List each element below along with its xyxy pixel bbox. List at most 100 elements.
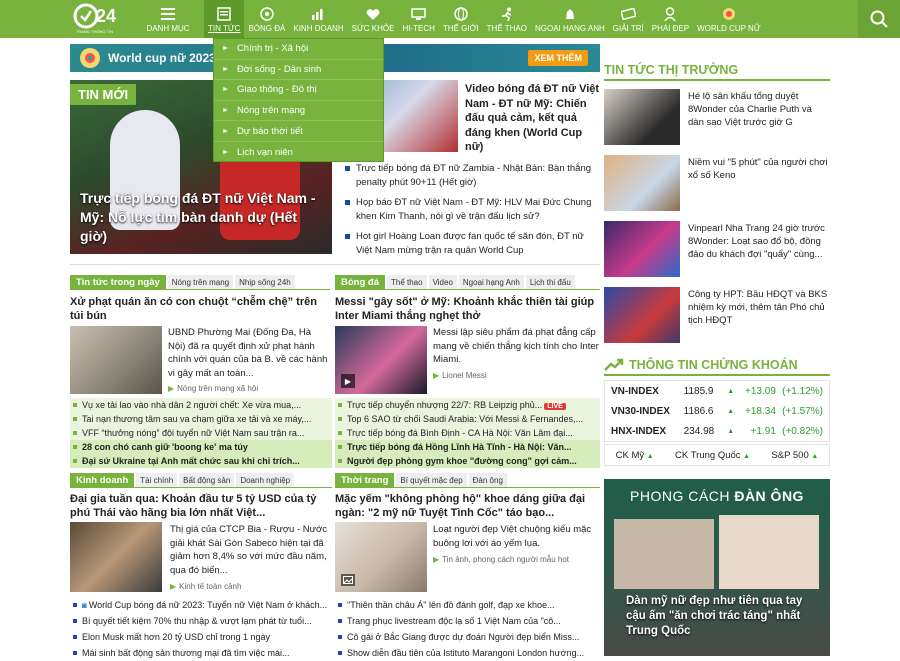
article-category[interactable]: ▶ Lionel Messi <box>433 371 487 380</box>
runner-icon <box>498 6 516 22</box>
article-title[interactable]: Xử phạt quán ăn có con chuột “chễm chệ” … <box>70 295 330 323</box>
dropdown-item-doi-song[interactable]: ► Đời sống - Dân sinh <box>214 60 383 81</box>
list-item[interactable]: Hot girl Hoàng Loan được fan quốc tế săn… <box>344 230 600 257</box>
tab-ck-my[interactable]: CK Mỹ ▲ <box>616 450 654 461</box>
market-news-item[interactable]: Công ty HPT: Bầu HĐQT và BKS nhiệm kỳ mớ… <box>604 287 830 345</box>
list-item[interactable]: ◙ World Cup bóng đá nữ 2023: Tuyển nữ Việ… <box>70 597 332 613</box>
stock-row[interactable]: VN-INDEX 1185.9 ▲ +13.09 (+1.12%) <box>605 381 829 401</box>
article-image[interactable] <box>70 522 162 592</box>
section-tab-sub[interactable]: Doanh nghiệp <box>236 473 295 487</box>
market-news-title[interactable]: Công ty HPT: Bầu HĐQT và BKS nhiệm kỳ mớ… <box>688 288 830 327</box>
section-tab-sub[interactable]: Nóng trên mạng <box>167 275 234 289</box>
nav-item-world-cup-nu[interactable]: WORLD CUP NỮ <box>693 0 765 38</box>
see-more-button[interactable]: XEM THÊM <box>528 50 588 66</box>
market-news-image[interactable] <box>604 155 680 211</box>
section-tab-sub[interactable]: Video <box>428 275 457 289</box>
dropdown-item-chinh-tri[interactable]: ► Chính trị - Xã hội <box>214 39 383 60</box>
top-story-title[interactable]: Video bóng đá ĐT nữ Việt Nam - ĐT nữ Mỹ:… <box>465 82 600 155</box>
section-tab-sub[interactable]: Ngoại hạng Anh <box>458 275 524 289</box>
triangle-right-icon: ► <box>222 127 229 135</box>
dropdown-item-nong-tren-mang[interactable]: ► Nóng trên mạng <box>214 101 383 122</box>
list-item[interactable]: Họp báo ĐT nữ Việt Nam - ĐT Mỹ: HLV Mai … <box>344 196 600 223</box>
tab-sp500[interactable]: S&P 500 ▲ <box>771 450 818 461</box>
section-tab-sub[interactable]: Tài chính <box>136 473 178 487</box>
nav-item-the-gioi[interactable]: THẾ GIỚI <box>439 0 483 38</box>
section-tab-main[interactable]: Bóng đá <box>335 275 385 289</box>
nav-item-suc-khoe[interactable]: SỨC KHỎE <box>348 0 399 38</box>
market-news-image[interactable] <box>604 287 680 343</box>
list-item[interactable]: VFF “thưởng nóng” đội tuyển nữ Việt Nam … <box>70 426 332 440</box>
promo-title[interactable]: Dàn mỹ nữ đẹp như tiên qua tay cậu ấm "ă… <box>626 594 822 639</box>
article-category[interactable]: ▶ Tin ảnh, phong cách người mẫu hot <box>433 555 569 564</box>
article-title[interactable]: Mặc yếm "không phòng hộ" khoe dáng giữa … <box>335 492 600 520</box>
section-header-bong-da: Bóng đá Thể thao Video Ngoại hạng Anh Lị… <box>335 275 600 290</box>
article-title[interactable]: Messi "gây sốt" ở Mỹ: Khoảnh khắc thiên … <box>335 295 600 323</box>
section-tab-sub[interactable]: Nhịp sống 24h <box>235 275 295 289</box>
tab-ck-trung-quoc[interactable]: CK Trung Quốc ▲ <box>675 450 750 461</box>
bong-da-list: Trực tiếp chuyển nhượng 22/7: RB Leipzig… <box>335 398 600 468</box>
article-category[interactable]: ▶ Kinh tế toàn cảnh <box>170 582 241 591</box>
list-item[interactable]: Mái sinh bất động sản thương mại đã tìm … <box>70 645 332 661</box>
list-item[interactable]: Vụ xe tải lao vào nhà dân 2 người chết: … <box>70 398 332 412</box>
list-item[interactable]: Trực tiếp bóng đá Hồng Lĩnh Hà Tĩnh - Hà… <box>335 440 600 454</box>
list-item[interactable]: Trực tiếp bóng đá ĐT nữ Zambia - Nhật Bả… <box>344 162 600 189</box>
nav-item-tin-tuc[interactable]: TIN TỨC <box>204 0 245 38</box>
list-item[interactable]: "Thiên thần châu Á" lên đồ đánh golf, đạ… <box>335 597 600 613</box>
market-news-title[interactable]: Hé lộ sân khấu tổng duyệt 8Wonder của Ch… <box>688 90 830 129</box>
bar-chart-icon <box>309 6 327 22</box>
woman-icon <box>661 6 679 22</box>
list-item[interactable]: Đại sứ Ukraine tại Anh mất chức sau khi … <box>70 454 332 468</box>
nav-item-kinh-doanh[interactable]: KINH DOANH <box>289 0 347 38</box>
list-item[interactable]: Trang phục livestream độc lạ số 1 Việt N… <box>335 613 600 629</box>
market-news-title[interactable]: Vinpearl Nha Trang 24 giờ trước 8Wonder:… <box>688 222 830 261</box>
list-item[interactable]: Top 6 SAO từ chối Saudi Arabia: Với Mess… <box>335 412 600 426</box>
section-tab-main[interactable]: Thời trang <box>335 473 395 487</box>
list-item[interactable]: Bí quyết tiết kiệm 70% thu nhập & vượt l… <box>70 613 332 629</box>
market-news-item[interactable]: Hé lộ sân khấu tổng duyệt 8Wonder của Ch… <box>604 89 830 147</box>
list-item[interactable]: Cô gái ở Bắc Giang được dự đoán Người đẹ… <box>335 629 600 645</box>
nav-item-phai-dep[interactable]: PHÁI ĐẸP <box>648 0 693 38</box>
section-tab-sub[interactable]: Đàn ông <box>468 473 507 487</box>
men-style-promo[interactable]: PHONG CÁCH ĐÀN ÔNG Dàn mỹ nữ đẹp như tiê… <box>604 479 830 656</box>
list-item[interactable]: Trực tiếp chuyển nhượng 22/7: RB Leipzig… <box>335 398 600 412</box>
stock-change: +1.91 <box>750 425 776 437</box>
hero-title[interactable]: Trực tiếp bóng đá ĐT nữ Việt Nam - Mỹ: N… <box>80 189 324 246</box>
nav-item-giai-tri[interactable]: GIẢI TRÍ <box>609 0 648 38</box>
stock-row[interactable]: HNX-INDEX 234.98 ▲ +1.91 (+0.82%) <box>605 421 829 441</box>
list-item[interactable]: Show diễn đầu tiên của Istituto Marangon… <box>335 645 600 661</box>
dropdown-item-du-bao-thoi-tiet[interactable]: ► Dự báo thời tiết <box>214 121 383 142</box>
article-title[interactable]: Đại gia tuần qua: Khoản đầu tư 5 tỷ USD … <box>70 492 332 520</box>
article-image[interactable] <box>70 326 162 394</box>
section-tab-sub[interactable]: Lịch thi đấu <box>525 275 575 289</box>
list-item[interactable]: Người đẹp phòng gym khoe "đường cong" gợ… <box>335 454 600 468</box>
nav-menu-button[interactable]: DANH MỤC <box>132 0 204 38</box>
section-tab-sub[interactable]: Bí quyết mặc đẹp <box>396 473 467 487</box>
market-news-item[interactable]: Vinpearl Nha Trang 24 giờ trước 8Wonder:… <box>604 221 830 279</box>
market-news-image[interactable] <box>604 221 680 277</box>
dropdown-item-lich-van-nien[interactable]: ► Lịch vạn niên <box>214 142 383 163</box>
stock-info-header[interactable]: THÔNG TIN CHỨNG KHOÁN <box>604 358 830 376</box>
section-tab-sub[interactable]: Bất động sản <box>179 473 235 487</box>
article-category[interactable]: ▶ Nóng trên mạng xã hội <box>168 384 258 393</box>
nav-item-bong-da[interactable]: BÓNG ĐÁ <box>244 0 289 38</box>
site-logo[interactable]: 24 TRANG THÔNG TIN <box>0 0 132 38</box>
section-tab-main[interactable]: Tin tức trong ngày <box>70 275 166 289</box>
nav-item-hi-tech[interactable]: HI-TECH <box>398 0 438 38</box>
market-news-title[interactable]: Niềm vui "5 phút" của người chơi xổ số K… <box>688 156 830 182</box>
list-item[interactable]: Tai nạn thương tâm sau va chạm giữa xe t… <box>70 412 332 426</box>
article-image[interactable] <box>335 522 427 592</box>
list-item[interactable]: 28 con chó canh giữ 'boong ke' ma túy <box>70 440 332 454</box>
section-tab-sub[interactable]: Thể thao <box>387 275 427 289</box>
search-button[interactable] <box>858 0 900 38</box>
dropdown-item-giao-thong[interactable]: ► Giao thông - Đô thị <box>214 80 383 101</box>
market-news-header[interactable]: TIN TỨC THỊ TRƯỜNG <box>604 63 830 81</box>
article-image[interactable]: ▶ <box>335 326 427 394</box>
stock-row[interactable]: VN30-INDEX 1186.6 ▲ +18.34 (+1.57%) <box>605 401 829 421</box>
list-item[interactable]: Trực tiếp bóng đá Bình Định - CA Hà Nội:… <box>335 426 600 440</box>
market-news-item[interactable]: Niềm vui "5 phút" của người chơi xổ số K… <box>604 155 830 213</box>
nav-item-the-thao[interactable]: THỂ THAO <box>483 0 531 38</box>
list-item[interactable]: Elon Musk mất hơn 20 tỷ USD chỉ trong 1 … <box>70 629 332 645</box>
market-news-image[interactable] <box>604 89 680 145</box>
nav-item-ngoai-hang-anh[interactable]: NGOẠI HẠNG ANH <box>531 0 609 38</box>
section-tab-main[interactable]: Kinh doanh <box>70 473 135 487</box>
